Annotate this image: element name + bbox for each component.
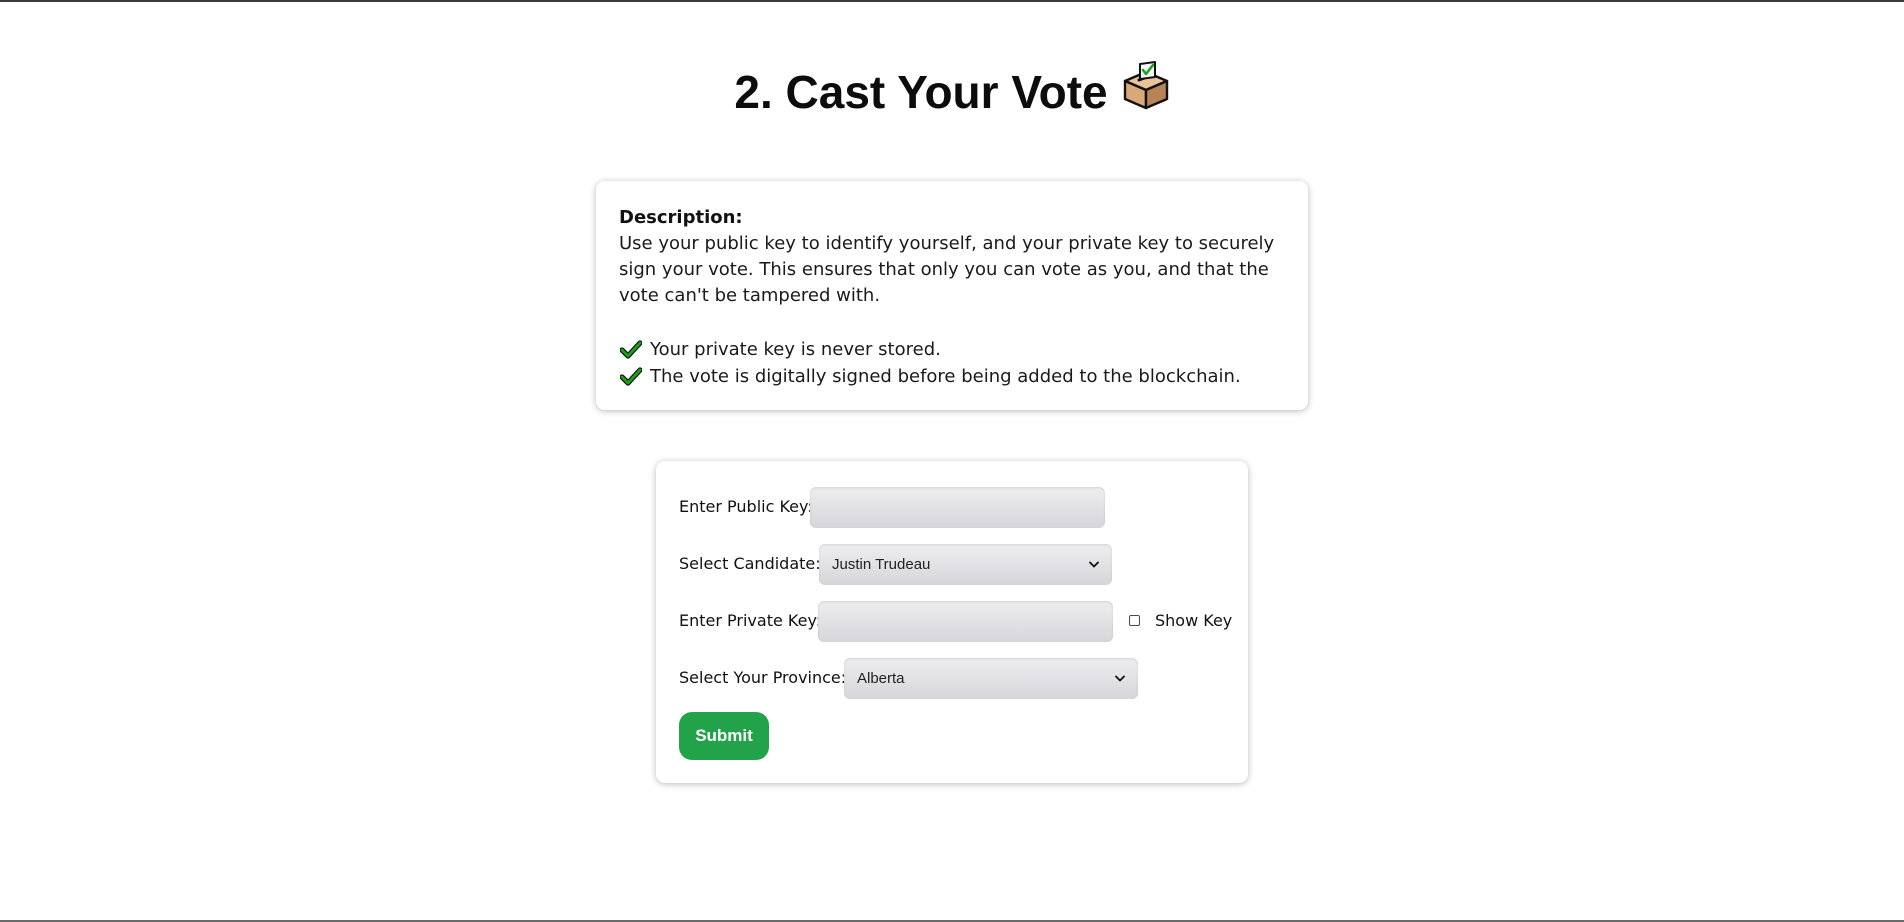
vote-form: Enter Public Key: Select Candidate: Just…	[656, 461, 1248, 783]
description-point: The vote is digitally signed before bein…	[650, 365, 1241, 387]
description-card: Description: Use your public key to iden…	[596, 181, 1308, 410]
private-key-label: Enter Private Key:	[679, 611, 822, 630]
private-key-input[interactable]	[818, 601, 1113, 642]
province-label: Select Your Province:	[679, 668, 847, 687]
submit-button[interactable]: Submit	[679, 712, 769, 760]
show-key-label[interactable]: Show Key	[1155, 611, 1232, 631]
description-point: Your private key is never stored.	[650, 338, 941, 360]
top-border	[0, 0, 1904, 2]
public-key-label: Enter Public Key:	[679, 497, 813, 516]
list-item: Your private key is never stored.	[619, 336, 1284, 363]
province-selected-value: Alberta	[857, 670, 905, 687]
public-key-input[interactable]	[810, 487, 1105, 528]
candidate-label: Select Candidate:	[679, 554, 821, 573]
check-mark-icon	[620, 339, 642, 359]
province-select[interactable]: Alberta	[844, 658, 1138, 699]
ballot-box-icon	[1122, 60, 1170, 124]
description-heading: Description:	[619, 207, 743, 228]
list-item: The vote is digitally signed before bein…	[619, 363, 1284, 390]
candidate-selected-value: Justin Trudeau	[832, 556, 931, 573]
page-title: 2. Cast Your Vote	[0, 60, 1904, 128]
description-body: Use your public key to identify yourself…	[619, 233, 1275, 306]
candidate-select[interactable]: Justin Trudeau	[819, 544, 1112, 585]
check-mark-icon	[620, 366, 642, 386]
page-title-text: 2. Cast Your Vote	[734, 66, 1108, 118]
show-key-checkbox[interactable]	[1129, 615, 1140, 626]
chevron-down-icon	[1115, 675, 1125, 682]
chevron-down-icon	[1089, 561, 1099, 568]
